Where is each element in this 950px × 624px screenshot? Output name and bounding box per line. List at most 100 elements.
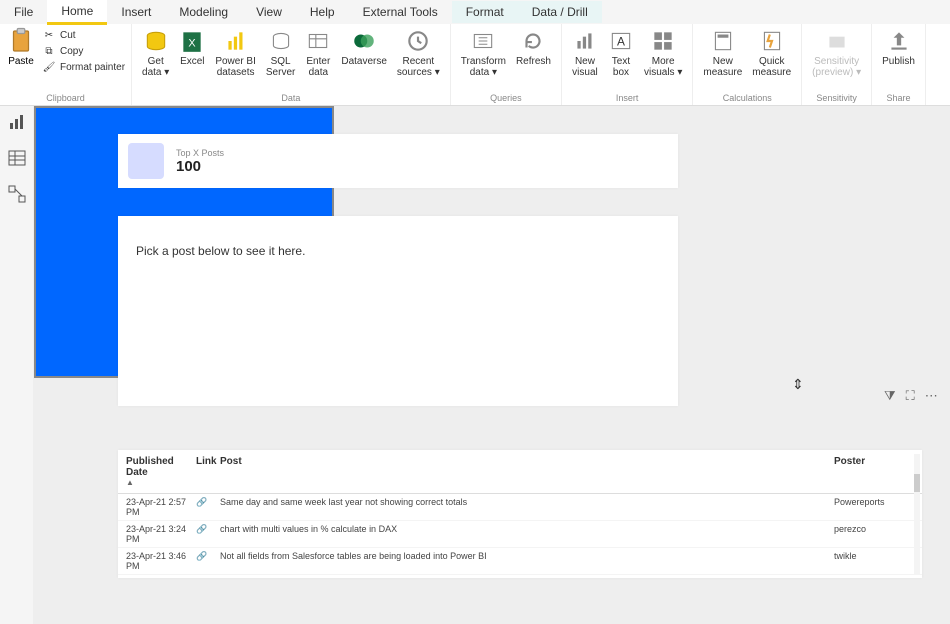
new-measure-icon (710, 28, 736, 54)
cell-post: Not all fields from Salesforce tables ar… (220, 551, 834, 571)
kpi-value: 100 (176, 158, 224, 175)
quick-measure-icon (759, 28, 785, 54)
menu-tabs: File Home Insert Modeling View Help Exte… (0, 0, 950, 24)
cut-button[interactable]: ✂ Cut (42, 28, 125, 42)
table-row[interactable]: 23-Apr-21 3:49 PM🔗Need help writing a me… (118, 575, 922, 578)
cell-link-icon[interactable]: 🔗 (196, 497, 220, 517)
cell-link-icon[interactable]: 🔗 (196, 551, 220, 571)
more-visuals-button[interactable]: Morevisuals ▾ (640, 26, 686, 80)
table-row[interactable]: 23-Apr-21 2:57 PM🔗Same day and same week… (118, 494, 922, 521)
tab-home[interactable]: Home (47, 0, 107, 25)
pbi-datasets-button[interactable]: Power BIdatasets (211, 26, 260, 80)
text-box-button[interactable]: ATextbox (604, 26, 638, 80)
tab-help[interactable]: Help (296, 1, 349, 23)
excel-button[interactable]: XExcel (175, 26, 209, 69)
text-box-icon: A (608, 28, 634, 54)
kpi-title: Top X Posts (176, 148, 224, 158)
tab-view[interactable]: View (242, 1, 296, 23)
enter-data-icon (305, 28, 331, 54)
tab-modeling[interactable]: Modeling (165, 1, 242, 23)
pbi-icon (223, 28, 249, 54)
transform-icon (470, 28, 496, 54)
cut-label: Cut (60, 30, 76, 41)
tab-external-tools[interactable]: External Tools (349, 1, 452, 23)
transform-data-button[interactable]: Transformdata ▾ (457, 26, 510, 80)
cell-date: 23-Apr-21 3:46 PM (126, 551, 196, 571)
ribbon-group-insert: Newvisual ATextbox Morevisuals ▾ Insert (562, 24, 693, 105)
svg-text:A: A (617, 34, 625, 48)
col-poster[interactable]: Poster (834, 456, 914, 487)
group-calc-label: Calculations (723, 92, 772, 105)
dataverse-button[interactable]: Dataverse (337, 26, 391, 69)
table-visual[interactable]: Published Date▲ Link Post Poster 23-Apr-… (118, 450, 922, 578)
svg-text:X: X (189, 37, 196, 49)
cell-poster: perezco (834, 524, 914, 544)
cell-date: 23-Apr-21 3:24 PM (126, 524, 196, 544)
sql-icon (268, 28, 294, 54)
recent-sources-button[interactable]: Recentsources ▾ (393, 26, 444, 80)
recent-icon (405, 28, 431, 54)
report-canvas[interactable]: Top X Posts 100 Pick a post below to see… (34, 106, 950, 624)
ribbon-group-queries: Transformdata ▾ Refresh Queries (451, 24, 562, 105)
text-card-content: Pick a post below to see it here. (136, 244, 305, 258)
new-visual-icon (572, 28, 598, 54)
quick-measure-button[interactable]: Quickmeasure (748, 26, 795, 80)
col-published-date[interactable]: Published Date (126, 456, 174, 478)
excel-icon: X (179, 28, 205, 54)
format-painter-label: Format painter (60, 62, 125, 73)
table-header: Published Date▲ Link Post Poster (118, 450, 922, 494)
table-scrollbar[interactable] (914, 454, 920, 574)
cell-post: chart with multi values in % calculate i… (220, 524, 834, 544)
table-body: 23-Apr-21 2:57 PM🔗Same day and same week… (118, 494, 922, 578)
group-insert-label: Insert (616, 92, 639, 105)
format-painter-button[interactable]: 🖌 Format painter (42, 60, 125, 74)
sql-server-button[interactable]: SQLServer (262, 26, 299, 80)
cell-link-icon[interactable]: 🔗 (196, 524, 220, 544)
report-view-button[interactable] (7, 112, 27, 132)
copy-button[interactable]: ⧉Copy (42, 44, 125, 58)
sensitivity-icon (824, 28, 850, 54)
cell-post: Same day and same week last year not sho… (220, 497, 834, 517)
ribbon-group-share: Publish Share (872, 24, 926, 105)
get-data-icon (143, 28, 169, 54)
tab-format[interactable]: Format (452, 1, 518, 23)
col-link[interactable]: Link (196, 456, 220, 487)
group-data-label: Data (281, 92, 300, 105)
publish-button[interactable]: Publish (878, 26, 919, 69)
get-data-button[interactable]: Getdata ▾ (138, 26, 173, 80)
format-painter-icon: 🖌 (42, 60, 56, 74)
model-view-button[interactable] (7, 184, 27, 204)
text-card[interactable]: Pick a post below to see it here. (118, 216, 678, 406)
cut-icon: ✂ (42, 28, 56, 42)
visual-tools: ⧩ ⛶ ⋯ (884, 388, 938, 404)
more-options-icon[interactable]: ⋯ (925, 388, 938, 404)
table-row[interactable]: 23-Apr-21 3:46 PM🔗Not all fields from Sa… (118, 548, 922, 575)
new-visual-button[interactable]: Newvisual (568, 26, 602, 80)
resize-cursor-icon: ⇕ (792, 376, 804, 393)
paste-button[interactable]: Paste (6, 26, 40, 67)
more-visuals-icon (650, 28, 676, 54)
cell-poster: Powereports (834, 497, 914, 517)
ribbon-group-calculations: Newmeasure Quickmeasure Calculations (693, 24, 802, 105)
tab-data-drill[interactable]: Data / Drill (518, 1, 602, 23)
ribbon-group-data: Getdata ▾ XExcel Power BIdatasets SQLSer… (132, 24, 451, 105)
sort-asc-icon: ▲ (126, 478, 196, 487)
tab-insert[interactable]: Insert (107, 1, 165, 23)
refresh-button[interactable]: Refresh (512, 26, 555, 69)
enter-data-button[interactable]: Enterdata (301, 26, 335, 80)
kpi-card[interactable]: Top X Posts 100 (118, 134, 678, 188)
group-clipboard-label: Clipboard (46, 92, 85, 105)
focus-mode-icon[interactable]: ⛶ (906, 388, 915, 404)
filter-icon[interactable]: ⧩ (884, 388, 896, 404)
table-row[interactable]: 23-Apr-21 3:24 PM🔗chart with multi value… (118, 521, 922, 548)
col-post[interactable]: Post (220, 456, 834, 487)
refresh-icon (520, 28, 546, 54)
dataverse-icon (351, 28, 377, 54)
scrollbar-thumb[interactable] (914, 474, 920, 492)
data-view-button[interactable] (7, 148, 27, 168)
new-measure-button[interactable]: Newmeasure (699, 26, 746, 80)
kpi-icon (128, 143, 164, 179)
tab-file[interactable]: File (0, 1, 47, 23)
left-rail (0, 106, 34, 624)
group-queries-label: Queries (490, 92, 522, 105)
